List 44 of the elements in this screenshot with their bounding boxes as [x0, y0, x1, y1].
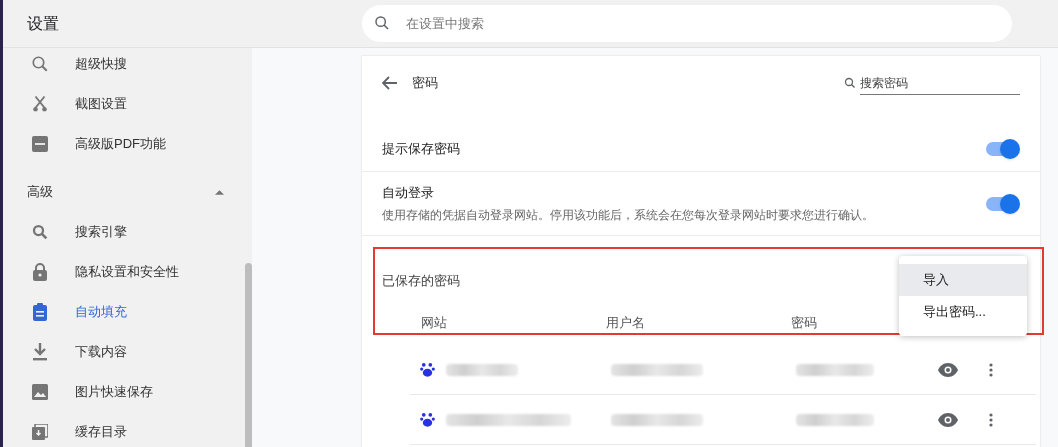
clipboard-icon [32, 303, 48, 321]
image-icon [32, 384, 48, 400]
scissors-icon [31, 95, 49, 113]
paw-icon [420, 412, 435, 427]
search-icon [374, 15, 390, 31]
search-field[interactable]: 在设置中搜索 [362, 5, 1012, 42]
sidebar-item[interactable]: 缓存目录 [3, 412, 243, 447]
column-header: 网站 [421, 313, 448, 332]
sidebar-item[interactable]: 隐私设置和安全性 [3, 252, 243, 292]
lock-icon [32, 263, 48, 281]
blurred-text [446, 363, 518, 376]
search-field[interactable]: 搜索密码 [860, 71, 1020, 95]
eye-icon[interactable] [938, 362, 958, 377]
menu-item[interactable]: 导出密码... [899, 296, 1027, 328]
more-options-icon[interactable] [989, 362, 993, 377]
sidebar-item[interactable]: 截图设置 [3, 84, 243, 124]
section-heading: 已保存的密码 [382, 272, 460, 290]
sidebar-item[interactable]: 搜索引擎 [3, 212, 243, 252]
toggle-switch[interactable] [986, 138, 1020, 159]
back-arrow-icon[interactable] [382, 76, 398, 90]
search-icon [844, 77, 856, 89]
search-icon [31, 223, 49, 241]
menu-item[interactable]: 导入 [899, 264, 1027, 296]
toggle-switch[interactable] [986, 193, 1020, 214]
page-title: 设置 [26, 13, 60, 34]
search-icon [31, 55, 49, 73]
sidebar-item[interactable]: 自动填充 [3, 292, 243, 332]
setting-description: 使用存储的凭据自动登录网站。停用该功能后，系统会在您每次登录网站时要求您进行确认。 [382, 206, 874, 224]
document-icon [32, 136, 48, 152]
eye-icon[interactable] [938, 412, 958, 427]
sidebar-item[interactable]: 下载内容 [3, 332, 243, 372]
column-header: 用户名 [606, 313, 646, 332]
paw-icon [420, 362, 435, 377]
folder-download-icon [32, 424, 48, 440]
sidebar-item[interactable]: 图片快速保存 [3, 372, 243, 412]
section-header[interactable]: 高级 [3, 172, 252, 212]
sidebar-item[interactable]: 高级版PDF功能 [3, 124, 243, 164]
download-icon [32, 343, 48, 361]
setting-label: 提示保存密码 [382, 139, 460, 158]
section-title: 密码 [412, 74, 438, 93]
sidebar-item[interactable]: 超级快搜 [3, 44, 243, 84]
setting-label: 自动登录 [382, 184, 435, 203]
more-options-icon[interactable] [989, 412, 993, 427]
scrollbar[interactable] [245, 263, 252, 447]
